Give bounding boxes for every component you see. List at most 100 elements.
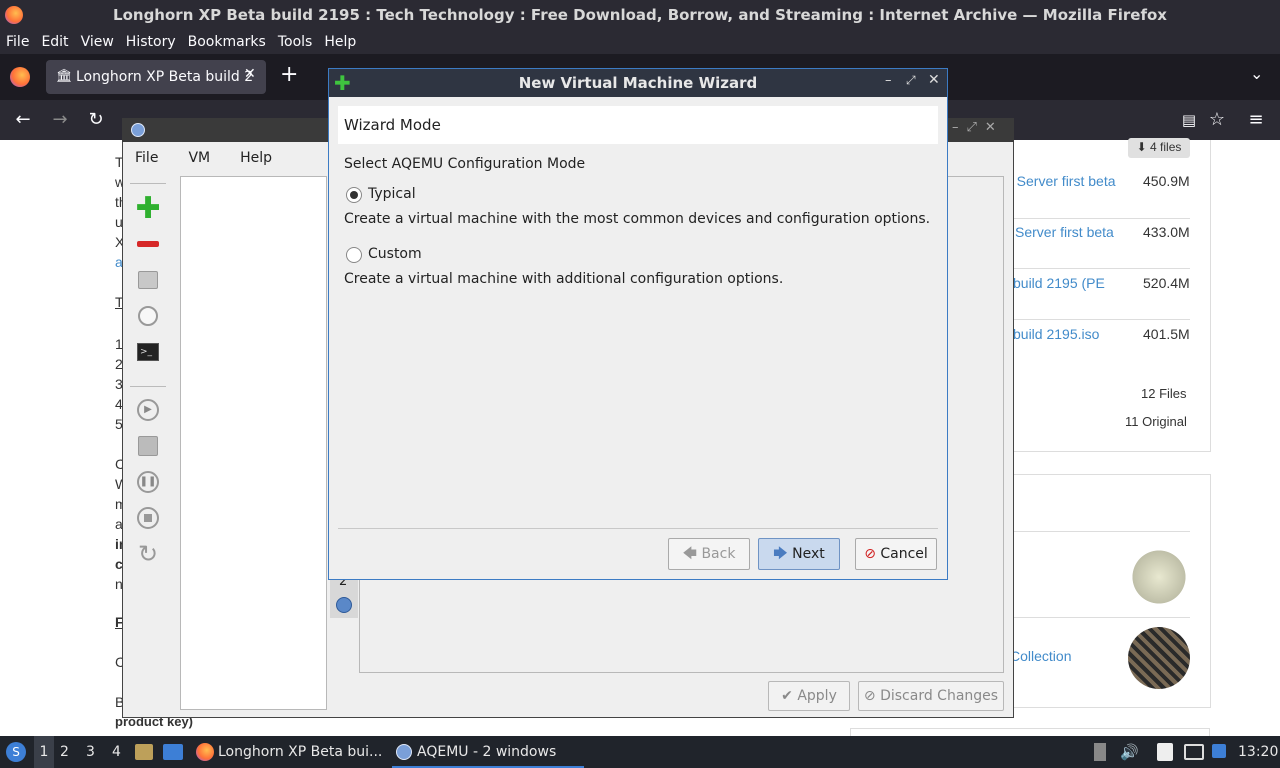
forward-arrow-icon[interactable]: →: [45, 100, 75, 140]
list-all-tabs-icon[interactable]: ⌄: [1250, 64, 1263, 83]
aqemu-menu-help[interactable]: Help: [220, 146, 282, 166]
play-icon[interactable]: ▶: [136, 398, 160, 422]
firefox-view-icon[interactable]: [10, 67, 30, 87]
back-arrow-icon: 🡄: [682, 546, 702, 562]
wizard-title: New Virtual Machine Wizard: [518, 74, 758, 92]
clock-icon[interactable]: [136, 304, 160, 328]
workspace-4[interactable]: 4: [112, 736, 121, 768]
network-icon[interactable]: [1184, 744, 1204, 760]
task-aqemu[interactable]: AQEMU - 2 windows: [417, 736, 556, 768]
new-tab-button[interactable]: +: [280, 62, 298, 87]
file-size: 401.5M: [1143, 326, 1190, 342]
aqemu-menu-file[interactable]: File: [123, 146, 168, 166]
total-files-count[interactable]: 12 Files: [1141, 386, 1187, 401]
custom-radio[interactable]: [346, 247, 362, 263]
menu-history[interactable]: History: [120, 30, 182, 52]
save-icon[interactable]: [136, 434, 160, 458]
volume-icon[interactable]: 🔊: [1120, 736, 1139, 768]
menu-bookmarks[interactable]: Bookmarks: [182, 30, 272, 52]
tray-scroll-icon[interactable]: [1094, 743, 1106, 761]
file-manager-icon[interactable]: [135, 744, 153, 760]
tab-close-icon[interactable]: ✕: [244, 66, 256, 82]
aqemu-task-icon: [396, 744, 412, 760]
side-tab[interactable]: 2: [330, 574, 358, 618]
notification-icon[interactable]: [1212, 744, 1226, 758]
file-link[interactable]: Server first beta: [1015, 224, 1114, 240]
menu-tools[interactable]: Tools: [272, 30, 319, 52]
workspace-3[interactable]: 3: [86, 736, 95, 768]
collection-link[interactable]: Collection: [1010, 648, 1071, 664]
firefox-task-icon: [196, 743, 214, 761]
back-arrow-icon[interactable]: ←: [8, 100, 38, 140]
close-icon[interactable]: ✕: [928, 72, 940, 88]
browser-title-bar: Longhorn XP Beta build 2195 : Tech Techn…: [0, 0, 1280, 30]
browser-menubar: File Edit View History Bookmarks Tools Help: [0, 30, 1280, 54]
vm-list[interactable]: [180, 176, 327, 710]
aqemu-logo-icon: [131, 123, 145, 137]
start-menu-icon[interactable]: S: [6, 742, 26, 762]
menu-help[interactable]: Help: [318, 30, 362, 52]
file-link[interactable]: d Server first beta: [1005, 173, 1116, 189]
window-controls[interactable]: –⤢✕: [952, 120, 1004, 135]
stop-icon[interactable]: [136, 506, 160, 530]
wizard-add-icon: ✚: [334, 71, 351, 95]
aqemu-menubar: File VM Help: [123, 146, 282, 172]
file-link[interactable]: build 2195.iso: [1013, 326, 1099, 342]
discard-changes-button[interactable]: ⊘ Discard Changes: [858, 681, 1004, 711]
typical-label[interactable]: Typical: [368, 186, 416, 202]
wizard-page-title: Wizard Mode: [344, 116, 441, 134]
typical-radio[interactable]: [346, 187, 362, 203]
menu-edit[interactable]: Edit: [35, 30, 74, 52]
app-menu-icon[interactable]: ≡: [1241, 100, 1271, 140]
pause-icon[interactable]: ❚❚: [136, 470, 160, 494]
cancel-button[interactable]: ⊘ Cancel: [855, 538, 937, 570]
toolbar-separator: [130, 386, 166, 387]
minimize-icon[interactable]: –: [885, 73, 892, 88]
divider: [1005, 268, 1190, 269]
file-link[interactable]: build 2195 (PE: [1013, 275, 1105, 291]
workspace-2[interactable]: 2: [60, 736, 69, 768]
collection-thumbnail-icon[interactable]: [1128, 546, 1190, 608]
files-badge[interactable]: ⬇ 4 files: [1128, 138, 1190, 158]
discard-icon: ⊘: [863, 688, 881, 704]
add-vm-icon[interactable]: ✚: [135, 191, 160, 226]
aqemu-toolbar: ✚ >_ ▶ ❚❚ ↻: [128, 180, 168, 580]
mode-prompt: Select AQEMU Configuration Mode: [344, 156, 586, 172]
menu-view[interactable]: View: [75, 30, 120, 52]
next-button[interactable]: 🡆 Next: [758, 538, 840, 570]
apply-button[interactable]: ✔ Apply: [768, 681, 850, 711]
custom-label[interactable]: Custom: [368, 246, 422, 262]
bookmark-star-icon[interactable]: ☆: [1202, 100, 1232, 140]
file-size: 433.0M: [1143, 224, 1190, 240]
archive-favicon-icon: 🏛: [56, 69, 73, 84]
custom-description: Create a virtual machine with additional…: [344, 271, 784, 287]
task-firefox[interactable]: Longhorn XP Beta bui...: [218, 736, 382, 768]
back-button[interactable]: 🡄 Back: [668, 538, 750, 570]
delete-vm-icon[interactable]: [136, 232, 160, 256]
browser-tab[interactable]: Longhorn XP Beta build 2: [46, 60, 266, 94]
divider: [1005, 218, 1190, 219]
aqemu-menu-vm[interactable]: VM: [168, 146, 220, 166]
divider: [1005, 319, 1190, 320]
download-icon: ⬇: [1136, 140, 1151, 154]
hard-drive-icon[interactable]: [136, 268, 160, 292]
check-icon: ✔: [781, 688, 798, 704]
new-vm-wizard-dialog: [328, 68, 948, 580]
reload-icon[interactable]: ↻: [81, 100, 111, 140]
collection-thumbnail-icon[interactable]: [1128, 627, 1190, 689]
reader-view-icon[interactable]: ▤: [1174, 100, 1204, 140]
wizard-title-bar: New Virtual Machine Wizard: [329, 69, 947, 97]
next-arrow-icon: 🡆: [773, 546, 793, 562]
terminal-icon[interactable]: >_: [136, 340, 160, 364]
menu-file[interactable]: File: [0, 30, 35, 52]
show-desktop-icon[interactable]: [163, 744, 183, 760]
maximize-icon[interactable]: ⤢: [906, 73, 916, 88]
globe-icon: [336, 597, 352, 613]
clipboard-icon[interactable]: [1157, 743, 1173, 761]
typical-description: Create a virtual machine with the most c…: [344, 211, 931, 227]
divider: [1005, 617, 1190, 618]
workspace-1[interactable]: 1: [34, 736, 54, 768]
clock[interactable]: 13:20: [1238, 736, 1278, 768]
original-files-count[interactable]: 11 Original: [1125, 414, 1187, 429]
reset-icon[interactable]: ↻: [136, 540, 160, 568]
